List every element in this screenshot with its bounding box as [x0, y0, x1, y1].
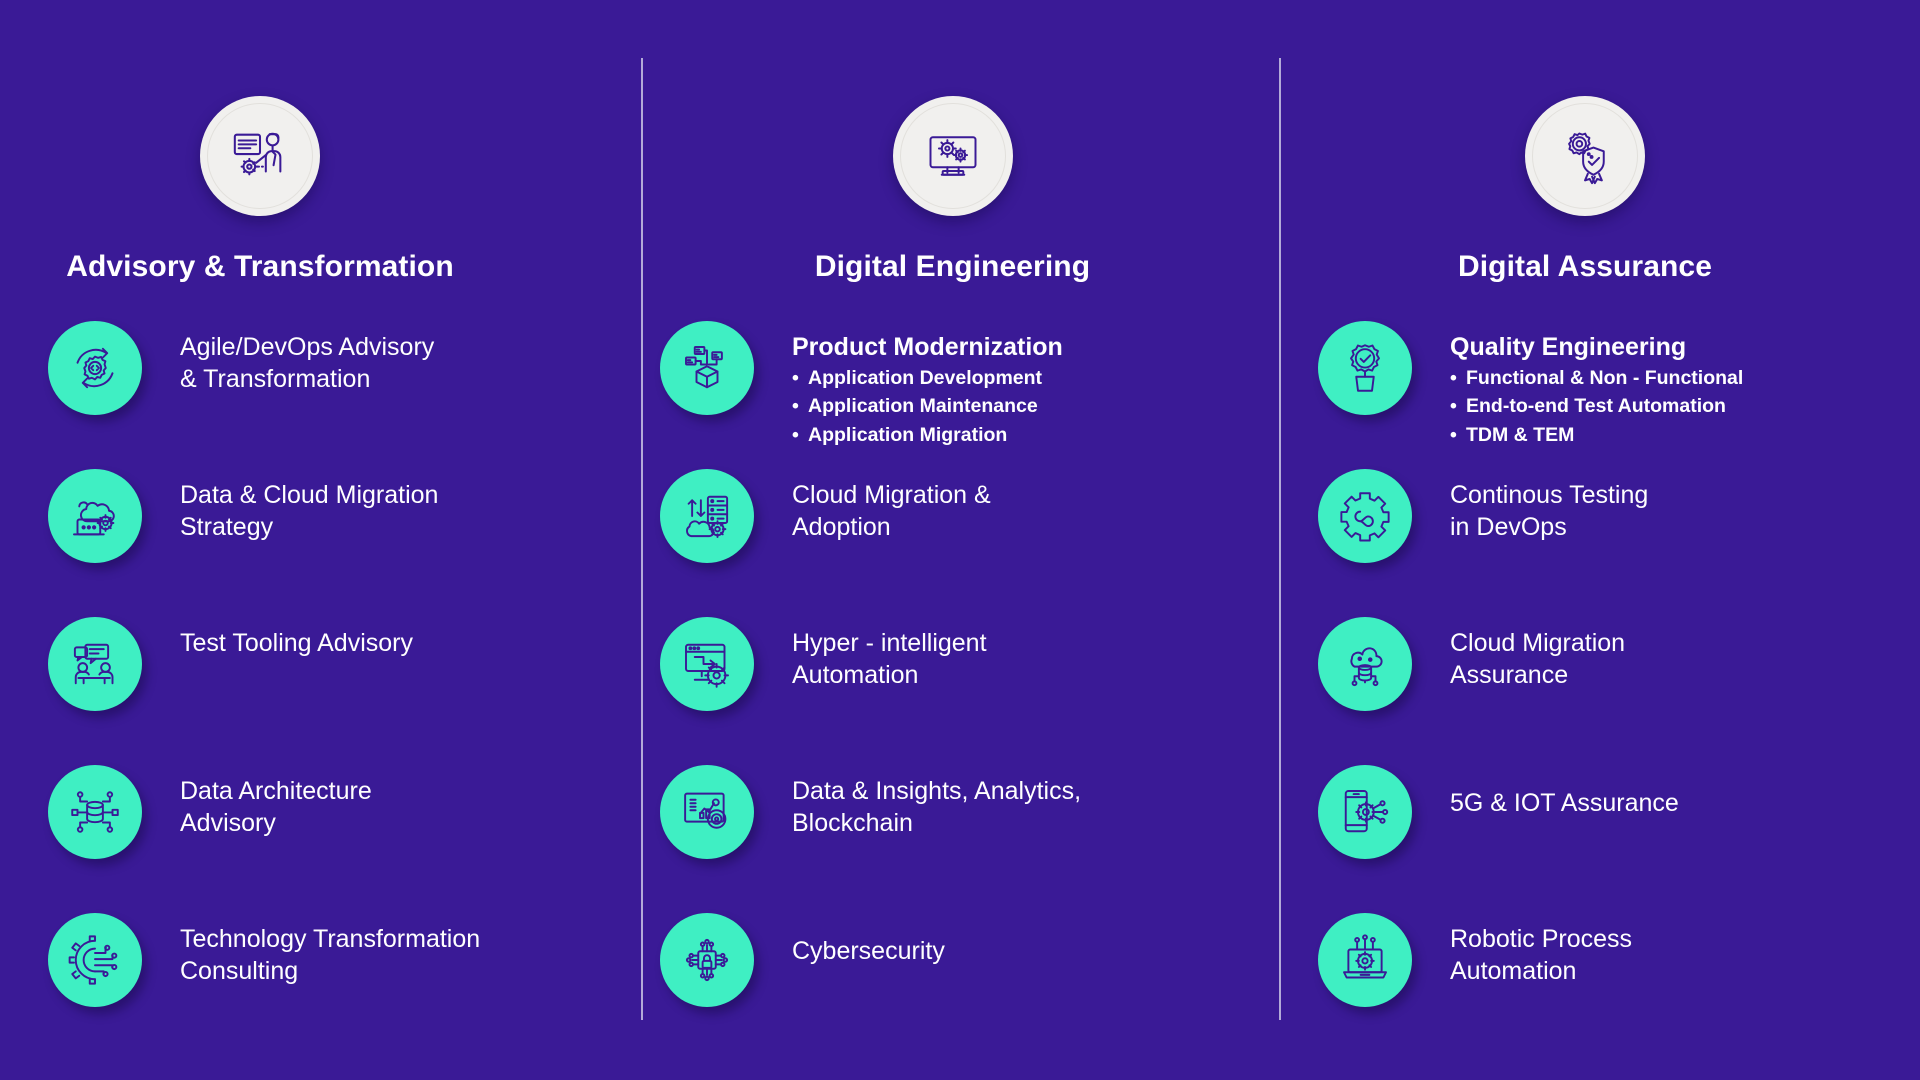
list-item-title: Continous Testing in DevOps	[1450, 481, 1649, 541]
presentation-advisor-icon	[200, 96, 320, 216]
column-title: Advisory & Transformation	[66, 250, 454, 283]
list-item-title: Cloud Migration & Adoption	[792, 481, 991, 541]
list-item[interactable]: Cloud Migration & Adoption	[660, 469, 1280, 617]
list-item-title: Cybersecurity	[792, 937, 945, 965]
bullet-glyph: •	[792, 423, 799, 446]
monitor-automation-gear-icon	[660, 617, 754, 711]
service-list: Product Modernization • Application Devel…	[640, 321, 1280, 1061]
column-title: Digital Assurance	[1457, 250, 1712, 283]
list-item[interactable]: Data & Insights, Analytics, Blockchain	[660, 765, 1280, 913]
gear-infinity-icon	[1318, 469, 1412, 563]
list-item[interactable]: Cloud Migration Assurance	[1318, 617, 1920, 765]
data-architecture-node-icon	[48, 765, 142, 859]
list-item[interactable]: Test Tooling Advisory	[48, 617, 640, 765]
list-item-title: Data & Insights, Analytics, Blockchain	[792, 777, 1082, 837]
list-item-title: Technology Transformation Consulting	[180, 925, 481, 985]
list-item-bullets: • Application Development • Application Ma…	[792, 364, 1063, 449]
gear-check-icon	[1318, 321, 1412, 415]
bullet-item: • End-to-end Test Automation	[1450, 392, 1743, 420]
list-item-title: Product Modernization	[792, 333, 1063, 361]
list-item[interactable]: Agile/DevOps Advisory & Transformation	[48, 321, 640, 469]
services-infographic: Advisory & Transformation Agile/DevOps A…	[0, 0, 1920, 1080]
list-item[interactable]: Hyper - intelligent Automation	[660, 617, 1280, 765]
column-digital-assurance: Digital Assurance Quality Engineering • …	[1280, 0, 1920, 1080]
list-item-title: Quality Engineering	[1450, 333, 1687, 361]
list-item-title: Data Architecture Advisory	[180, 777, 372, 837]
bullet-glyph: •	[1450, 367, 1457, 389]
list-item[interactable]: Quality Engineering • Functional & Non - …	[1318, 321, 1920, 469]
monitor-gears-icon	[892, 96, 1013, 216]
list-item-title: Hyper - intelligent Automation	[792, 629, 987, 689]
bullet-item: • Application Development	[792, 364, 1063, 392]
mobile-gear-network-icon	[1318, 765, 1412, 859]
people-chat-table-icon	[48, 617, 142, 711]
list-item-title: Data & Cloud Migration Strategy	[180, 481, 439, 541]
gear-circuit-icon	[48, 913, 142, 1007]
list-item-title: Test Tooling Advisory	[180, 629, 413, 657]
gear-shield-badge-icon	[1525, 96, 1645, 216]
bullet-glyph: •	[1450, 423, 1457, 446]
service-list: Agile/DevOps Advisory & Transformation D…	[0, 321, 640, 1061]
list-item[interactable]: Technology Transformation Consulting	[48, 913, 640, 1061]
list-item-title: 5G & IOT Assurance	[1450, 789, 1679, 817]
agile-devops-cycle-icon	[48, 321, 142, 415]
bullet-glyph: •	[792, 395, 799, 418]
list-item[interactable]: Cybersecurity	[660, 913, 1280, 1061]
analytics-chart-icon	[660, 765, 754, 859]
cloud-laptop-gear-icon	[48, 469, 142, 563]
column-digital-engineering: Digital Engineering Product Modernizatio…	[640, 0, 1280, 1080]
product-package-network-icon	[660, 321, 754, 415]
bullet-item: • TDM & TEM	[1450, 421, 1743, 449]
bullet-item: • Application Maintenance	[792, 392, 1063, 420]
cloud-server-transfer-icon	[660, 469, 754, 563]
list-item[interactable]: Data & Cloud Migration Strategy	[48, 469, 640, 617]
laptop-gear-robot-icon	[1318, 913, 1412, 1007]
list-item-title: Agile/DevOps Advisory & Transformation	[180, 333, 435, 393]
list-item-title: Robotic Process Automation	[1450, 925, 1633, 985]
cybersecurity-lock-chip-icon	[660, 913, 754, 1007]
service-list: Quality Engineering • Functional & Non - …	[1280, 321, 1920, 1061]
bullet-glyph: •	[792, 367, 799, 389]
column-header: Digital Assurance	[1280, 96, 1920, 283]
list-item[interactable]: Data Architecture Advisory	[48, 765, 640, 913]
bullet-item: • Functional & Non - Functional	[1450, 364, 1743, 392]
list-item[interactable]: 5G & IOT Assurance	[1318, 765, 1920, 913]
list-item[interactable]: Product Modernization • Application Devel…	[660, 321, 1280, 469]
column-header: Advisory & Transformation	[0, 96, 640, 283]
column-advisory-transformation: Advisory & Transformation Agile/DevOps A…	[0, 0, 640, 1080]
column-title: Digital Engineering	[814, 250, 1091, 283]
list-item-title: Cloud Migration Assurance	[1450, 629, 1626, 689]
list-item[interactable]: Robotic Process Automation	[1318, 913, 1920, 1061]
column-header: Digital Engineering	[640, 96, 1280, 283]
bullet-glyph: •	[1450, 395, 1457, 418]
list-item[interactable]: Continous Testing in DevOps	[1318, 469, 1920, 617]
bullet-item: • Application Migration	[792, 421, 1063, 449]
cloud-database-icon	[1318, 617, 1412, 711]
list-item-bullets: • Functional & Non - Functional • End-to-e…	[1450, 364, 1743, 449]
